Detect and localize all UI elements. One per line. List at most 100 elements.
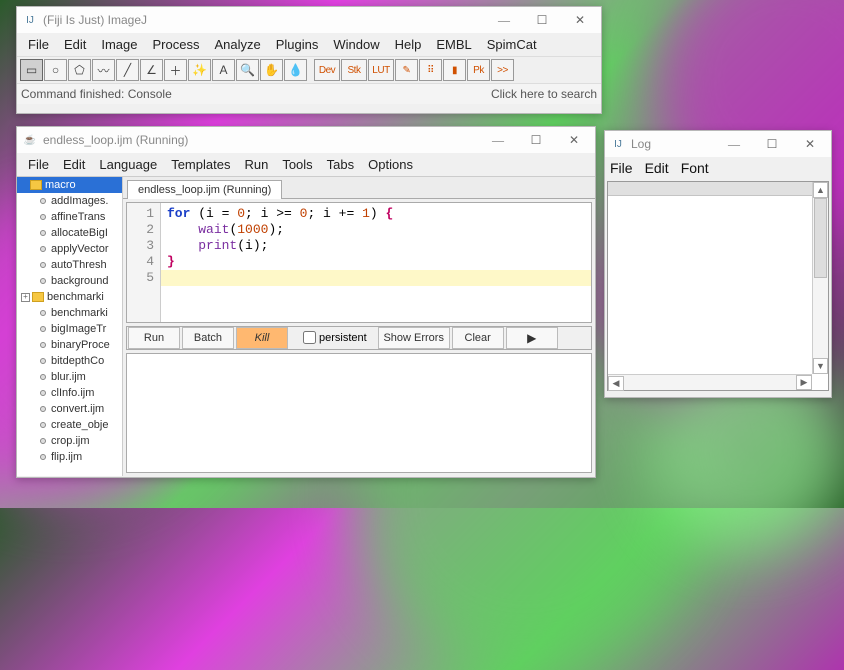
- pencil-tool-icon[interactable]: ✎: [395, 59, 418, 81]
- tree-item[interactable]: allocateBigI: [17, 225, 122, 241]
- scrollbar-horizontal[interactable]: ◀ ▶: [608, 374, 812, 390]
- tree-item[interactable]: applyVector: [17, 241, 122, 257]
- menu-run[interactable]: Run: [237, 153, 275, 176]
- scroll-thumb[interactable]: [814, 198, 827, 278]
- tree-item[interactable]: benchmarki: [17, 305, 122, 321]
- wand-tool-icon[interactable]: ✨: [188, 59, 211, 81]
- minimize-button[interactable]: —: [487, 10, 521, 30]
- menu-edit[interactable]: Edit: [643, 158, 679, 178]
- menu-embl[interactable]: EMBL: [429, 33, 478, 56]
- scroll-left-icon[interactable]: ◀: [608, 376, 624, 391]
- tree-item[interactable]: bigImageTr: [17, 321, 122, 337]
- file-icon: [40, 230, 46, 236]
- menu-font[interactable]: Font: [679, 158, 719, 178]
- clear-button[interactable]: Clear: [452, 327, 504, 349]
- minimize-button[interactable]: —: [717, 134, 751, 154]
- file-icon: [40, 438, 46, 444]
- code-editor[interactable]: 12345 for (i = 0; i >= 0; i += 1) { wait…: [126, 202, 592, 323]
- tree-folder-macro[interactable]: macro: [17, 177, 122, 193]
- oval-tool-icon[interactable]: ○: [44, 59, 67, 81]
- menu-analyze[interactable]: Analyze: [207, 33, 267, 56]
- pk-tool-icon[interactable]: Pk: [467, 59, 490, 81]
- tab-current-file[interactable]: endless_loop.ijm (Running): [127, 180, 282, 199]
- line-tool-icon[interactable]: ╱: [116, 59, 139, 81]
- more-tool-icon[interactable]: >>: [491, 59, 514, 81]
- editor-menubar: FileEditLanguageTemplatesRunToolsTabsOpt…: [17, 153, 595, 176]
- menu-image[interactable]: Image: [94, 33, 144, 56]
- menu-options[interactable]: Options: [361, 153, 420, 176]
- menu-tools[interactable]: Tools: [275, 153, 319, 176]
- menu-spimcat[interactable]: SpimCat: [480, 33, 544, 56]
- log-titlebar[interactable]: IJ Log — ☐ ✕: [605, 131, 831, 157]
- batch-button[interactable]: Batch: [182, 327, 234, 349]
- hand-tool-icon[interactable]: ✋: [260, 59, 283, 81]
- script-editor-window: ☕ endless_loop.ijm (Running) — ☐ ✕ FileE…: [16, 126, 596, 478]
- close-button[interactable]: ✕: [557, 130, 591, 150]
- scroll-down-icon[interactable]: ▼: [813, 358, 828, 374]
- tree-item[interactable]: addImages.: [17, 193, 122, 209]
- tree-item[interactable]: bitdepthCo: [17, 353, 122, 369]
- dropper-tool-icon[interactable]: 💧: [284, 59, 307, 81]
- spray-tool-icon[interactable]: ⠿: [419, 59, 442, 81]
- status-search[interactable]: Click here to search: [491, 87, 597, 101]
- scroll-up-icon[interactable]: ▲: [813, 182, 828, 198]
- maximize-button[interactable]: ☐: [755, 134, 789, 154]
- kill-button[interactable]: Kill: [236, 327, 288, 349]
- tree-item[interactable]: autoThresh: [17, 257, 122, 273]
- tree-item[interactable]: affineTrans: [17, 209, 122, 225]
- tree-item[interactable]: clInfo.ijm: [17, 385, 122, 401]
- editor-titlebar[interactable]: ☕ endless_loop.ijm (Running) — ☐ ✕: [17, 127, 595, 153]
- expander-icon[interactable]: +: [21, 293, 30, 302]
- imagej-titlebar[interactable]: IJ (Fiji Is Just) ImageJ — ☐ ✕: [17, 7, 601, 33]
- persistent-checkbox-input[interactable]: [303, 331, 316, 344]
- show-errors-button[interactable]: Show Errors: [378, 327, 450, 349]
- menu-file[interactable]: File: [21, 153, 56, 176]
- maximize-button[interactable]: ☐: [519, 130, 553, 150]
- code-source[interactable]: for (i = 0; i >= 0; i += 1) { wait(1000)…: [161, 203, 591, 322]
- menu-plugins[interactable]: Plugins: [269, 33, 326, 56]
- rect-tool-icon[interactable]: ▭: [20, 59, 43, 81]
- angle-tool-icon[interactable]: ∠: [140, 59, 163, 81]
- maximize-button[interactable]: ☐: [525, 10, 559, 30]
- menu-file[interactable]: File: [21, 33, 56, 56]
- menu-edit[interactable]: Edit: [56, 153, 92, 176]
- output-panel[interactable]: [126, 353, 592, 474]
- magnifier-tool-icon[interactable]: 🔍: [236, 59, 259, 81]
- tree-item[interactable]: crop.ijm: [17, 433, 122, 449]
- poly-tool-icon[interactable]: ⬠: [68, 59, 91, 81]
- menu-templates[interactable]: Templates: [164, 153, 237, 176]
- log-text-area[interactable]: ▲ ▼ ◀ ▶: [607, 181, 829, 391]
- menu-window[interactable]: Window: [326, 33, 386, 56]
- tree-item[interactable]: blur.ijm: [17, 369, 122, 385]
- stk-button[interactable]: Stk: [341, 59, 367, 81]
- persistent-checkbox[interactable]: persistent: [299, 328, 367, 347]
- freehand-tool-icon[interactable]: 〰: [92, 59, 115, 81]
- menu-help[interactable]: Help: [388, 33, 429, 56]
- lut-button[interactable]: LUT: [368, 59, 394, 81]
- tree-item[interactable]: binaryProce: [17, 337, 122, 353]
- dev-button[interactable]: Dev: [314, 59, 340, 81]
- imagej-main-window: IJ (Fiji Is Just) ImageJ — ☐ ✕ FileEditI…: [16, 6, 602, 114]
- run-button[interactable]: Run: [128, 327, 180, 349]
- menu-process[interactable]: Process: [146, 33, 207, 56]
- tree-item[interactable]: background: [17, 273, 122, 289]
- text-tool-icon[interactable]: A: [212, 59, 235, 81]
- crosshair-tool-icon[interactable]: ＋: [164, 59, 187, 81]
- paint-tool-icon[interactable]: ▮: [443, 59, 466, 81]
- file-icon: [40, 342, 46, 348]
- minimize-button[interactable]: —: [481, 130, 515, 150]
- tree-item[interactable]: create_obje: [17, 417, 122, 433]
- close-button[interactable]: ✕: [563, 10, 597, 30]
- tree-item[interactable]: +benchmarki: [17, 289, 122, 305]
- menu-edit[interactable]: Edit: [57, 33, 93, 56]
- menu-tabs[interactable]: Tabs: [320, 153, 361, 176]
- scroll-right-icon[interactable]: ▶: [796, 375, 812, 390]
- scrollbar-vertical[interactable]: ▲ ▼: [812, 182, 828, 374]
- play-button[interactable]: ▶: [506, 327, 558, 349]
- tree-item[interactable]: convert.ijm: [17, 401, 122, 417]
- tree-item[interactable]: flip.ijm: [17, 449, 122, 465]
- close-button[interactable]: ✕: [793, 134, 827, 154]
- menu-file[interactable]: File: [608, 158, 643, 178]
- template-tree[interactable]: macroaddImages.affineTransallocateBigIap…: [17, 177, 123, 476]
- menu-language[interactable]: Language: [92, 153, 164, 176]
